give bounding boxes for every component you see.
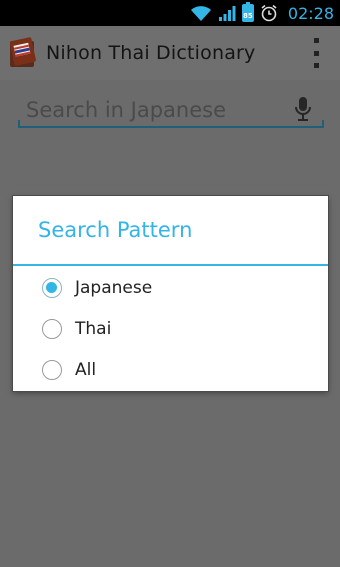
dialog-title: Search Pattern: [13, 196, 328, 266]
battery-level: 85: [241, 2, 254, 22]
option-list: Japanese Thai All: [13, 266, 328, 390]
app-icon[interactable]: [8, 37, 38, 69]
option-all[interactable]: All: [13, 349, 328, 390]
option-japanese[interactable]: Japanese: [13, 267, 328, 308]
option-label: All: [75, 359, 97, 380]
radio-unchecked-icon[interactable]: [42, 359, 62, 380]
app-title: Nihon Thai Dictionary: [46, 42, 256, 64]
status-bar: 85 02:28: [0, 0, 340, 26]
mic-icon[interactable]: [294, 96, 312, 122]
option-label: Japanese: [75, 277, 153, 298]
radio-checked-icon[interactable]: [42, 277, 62, 298]
search-pattern-dialog: Search Pattern Japanese Thai All: [13, 196, 328, 391]
option-thai[interactable]: Thai: [13, 308, 328, 349]
action-bar: Nihon Thai Dictionary: [0, 26, 340, 80]
wifi-icon: [190, 4, 212, 22]
battery-icon: 85: [241, 2, 254, 22]
alarm-icon: [260, 4, 278, 22]
overflow-menu-icon[interactable]: [312, 38, 320, 68]
search-bar: [18, 90, 324, 128]
search-input[interactable]: [26, 96, 286, 124]
status-time: 02:28: [287, 3, 334, 23]
radio-unchecked-icon[interactable]: [42, 318, 62, 339]
signal-icon: [218, 4, 236, 22]
option-label: Thai: [75, 318, 112, 339]
